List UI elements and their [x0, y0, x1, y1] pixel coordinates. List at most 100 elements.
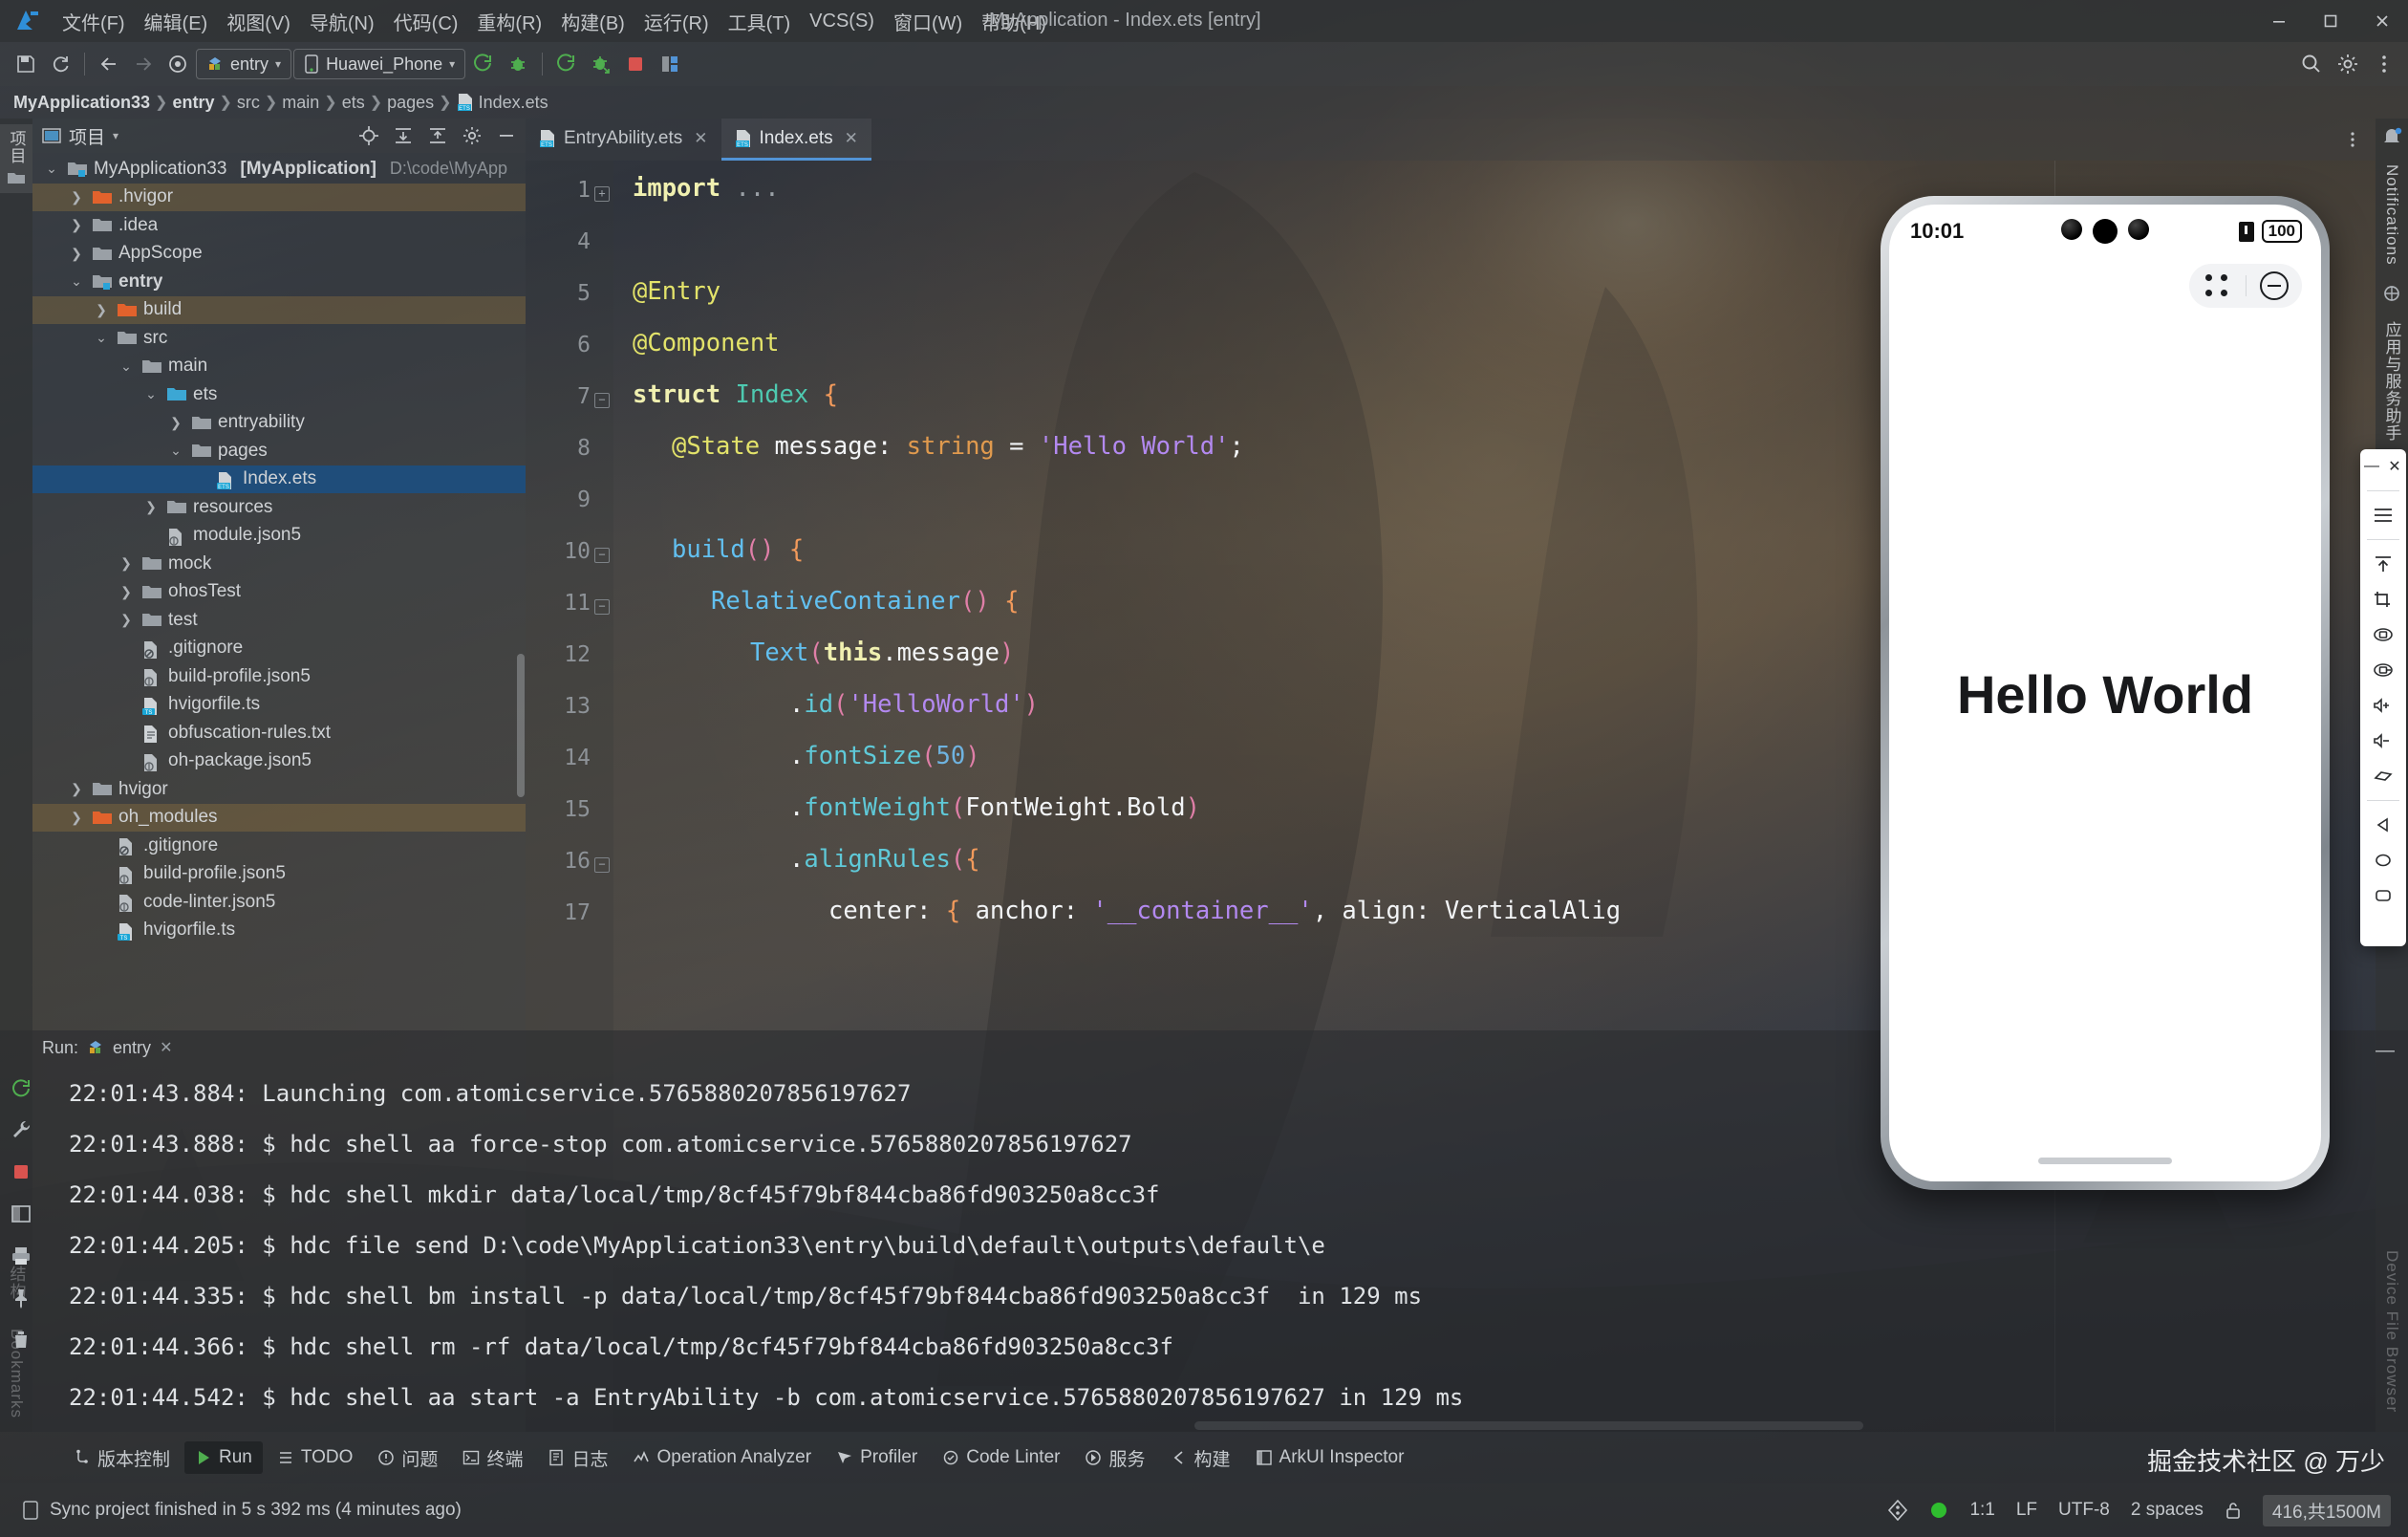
home-circle-icon[interactable] [2371, 849, 2396, 872]
close-icon[interactable]: ✕ [160, 1038, 172, 1057]
menu-vcs[interactable]: VCS(S) [801, 7, 883, 36]
tool-window-code-linter[interactable]: Code Linter [932, 1441, 1070, 1474]
menu-view[interactable]: 视图(V) [218, 4, 299, 39]
tree-item-myapplication33[interactable]: ⌄MyApplication33[MyApplication]D:\code\M… [32, 155, 526, 184]
menu-icon[interactable] [2371, 504, 2396, 527]
chevron-right-icon[interactable]: ❯ [117, 584, 136, 600]
tool-window-profiler[interactable]: Profiler [826, 1441, 928, 1474]
project-scrollbar[interactable] [517, 654, 525, 797]
recents-square-icon[interactable] [2371, 884, 2396, 907]
code-line[interactable]: .id('HelloWorld') [789, 690, 1039, 719]
chevron-down-icon[interactable]: ⌄ [42, 161, 61, 177]
fold-collapse-icon[interactable]: − [594, 857, 610, 873]
chevron-right-icon[interactable]: ❯ [92, 302, 111, 318]
tree-item--gitignore[interactable]: .gitignore [32, 635, 526, 663]
chevron-down-icon[interactable]: ⌄ [166, 443, 185, 459]
run-configuration-selector[interactable]: entry ▾ [196, 49, 291, 79]
minimize-circle-icon[interactable] [2247, 271, 2302, 300]
tree-item-module-json5[interactable]: module.json5 [32, 522, 526, 551]
code-line[interactable]: @State message: string = 'Hello World'; [672, 432, 1244, 461]
tree-item-test[interactable]: ❯test [32, 606, 526, 635]
chevron-right-icon[interactable]: ❯ [67, 246, 86, 262]
left-rail-project-label[interactable]: 项目 [2, 124, 32, 170]
forward-arrow-icon[interactable] [127, 48, 160, 80]
tree-item-ohostest[interactable]: ❯ohosTest [32, 578, 526, 607]
tree-item-code-linter-json5[interactable]: code-linter.json5 [32, 888, 526, 917]
layout-inspector-icon[interactable] [654, 48, 686, 80]
device-screen[interactable]: 10:01 100 Hello World [1889, 205, 2321, 1181]
lock-open-icon[interactable] [2225, 1501, 2242, 1520]
pin-icon[interactable] [8, 1285, 34, 1311]
code-line[interactable]: .fontWeight(FontWeight.Bold) [789, 793, 1200, 822]
rerun-icon[interactable] [8, 1074, 34, 1101]
tree-item-hvigorfile-ts[interactable]: TShvigorfile.ts [32, 691, 526, 720]
tool-window-todo[interactable]: TODO [267, 1441, 364, 1474]
more-vertical-icon[interactable] [2339, 126, 2366, 153]
close-button[interactable] [2356, 0, 2408, 42]
tab-entryability[interactable]: ETS EntryAbility.ets ✕ [526, 119, 721, 161]
rotate-right-icon[interactable] [2371, 659, 2396, 682]
breadcrumb-item-main[interactable]: main [282, 93, 319, 113]
stop-icon[interactable] [8, 1158, 34, 1185]
tree-item-build-profile-json5[interactable]: build-profile.json5 [32, 662, 526, 691]
tree-item-mock[interactable]: ❯mock [32, 550, 526, 578]
chevron-down-icon[interactable]: ▾ [113, 129, 118, 142]
attach-debugger-icon[interactable] [585, 48, 617, 80]
drag-dots-icon[interactable] [2189, 274, 2246, 298]
volume-down-icon[interactable] [2371, 729, 2396, 752]
fold-icon[interactable] [2371, 765, 2396, 788]
tool-window--[interactable]: 服务 [1074, 1440, 1155, 1477]
status-caret-position[interactable]: 1:1 [1969, 1500, 1994, 1521]
run-icon[interactable] [467, 48, 500, 80]
minimize-icon[interactable]: — [2360, 455, 2383, 478]
status-indent[interactable]: 2 spaces [2131, 1500, 2204, 1521]
tree-item-build-profile-json5[interactable]: build-profile.json5 [32, 860, 526, 889]
tree-item-obfuscation-rules-txt[interactable]: obfuscation-rules.txt [32, 719, 526, 747]
tab-index[interactable]: ETS Index.ets ✕ [721, 119, 871, 161]
save-icon[interactable] [10, 48, 42, 80]
expand-all-icon[interactable] [390, 122, 417, 149]
trash-icon[interactable] [8, 1327, 34, 1353]
fold-expand-icon[interactable]: + [594, 186, 610, 202]
chevron-right-icon[interactable]: ❯ [67, 810, 86, 826]
chevron-down-icon[interactable]: ⌄ [67, 273, 86, 290]
chevron-right-icon[interactable]: ❯ [141, 499, 161, 515]
debug-icon[interactable] [502, 48, 534, 80]
code-line[interactable]: import ... [633, 174, 780, 203]
tree-item-hvigorfile-ts[interactable]: TShvigorfile.ts [32, 917, 526, 945]
tool-window-operation-analyzer[interactable]: Operation Analyzer [622, 1441, 822, 1474]
upload-icon[interactable] [2371, 552, 2396, 575]
back-triangle-icon[interactable] [2371, 813, 2396, 836]
collapse-all-icon[interactable] [424, 122, 451, 149]
code-line[interactable]: @Component [633, 329, 780, 357]
tool-window--[interactable]: 日志 [537, 1440, 618, 1477]
code-line[interactable]: @Entry [633, 277, 720, 306]
more-vertical-icon[interactable] [2368, 48, 2400, 80]
volume-up-icon[interactable] [2371, 694, 2396, 717]
settings-gear-icon[interactable] [459, 122, 485, 149]
code-line[interactable]: RelativeContainer() { [711, 587, 1019, 616]
chevron-right-icon[interactable]: ❯ [67, 781, 86, 797]
code-line[interactable]: center: { anchor: '__container__', align… [828, 897, 1621, 925]
tree-item-index-ets[interactable]: ETSIndex.ets [32, 465, 526, 494]
chevron-right-icon[interactable]: ❯ [67, 217, 86, 233]
menu-refactor[interactable]: 重构(R) [468, 4, 550, 39]
tree-item-hvigor[interactable]: ❯hvigor [32, 775, 526, 804]
stop-icon[interactable] [619, 48, 652, 80]
tree-item-oh-modules[interactable]: ❯oh_modules [32, 804, 526, 833]
inspection-ok-icon[interactable] [1929, 1501, 1948, 1520]
chevron-right-icon[interactable]: ❯ [67, 189, 86, 206]
menu-run[interactable]: 运行(R) [635, 4, 718, 39]
code-line[interactable]: .fontSize(50) [789, 742, 980, 770]
tree-item--idea[interactable]: ❯.idea [32, 211, 526, 240]
target-icon[interactable] [161, 48, 194, 80]
tree-item-resources[interactable]: ❯resources [32, 493, 526, 522]
breadcrumb-item-entry[interactable]: entry [172, 93, 214, 113]
wrench-icon[interactable] [8, 1116, 34, 1143]
print-icon[interactable] [8, 1243, 34, 1269]
tree-item-appscope[interactable]: ❯AppScope [32, 240, 526, 269]
chevron-right-icon[interactable]: ❯ [117, 612, 136, 628]
chevron-down-icon[interactable]: ⌄ [92, 330, 111, 346]
chevron-right-icon[interactable]: ❯ [166, 415, 185, 431]
tree-item--hvigor[interactable]: ❯.hvigor [32, 184, 526, 212]
